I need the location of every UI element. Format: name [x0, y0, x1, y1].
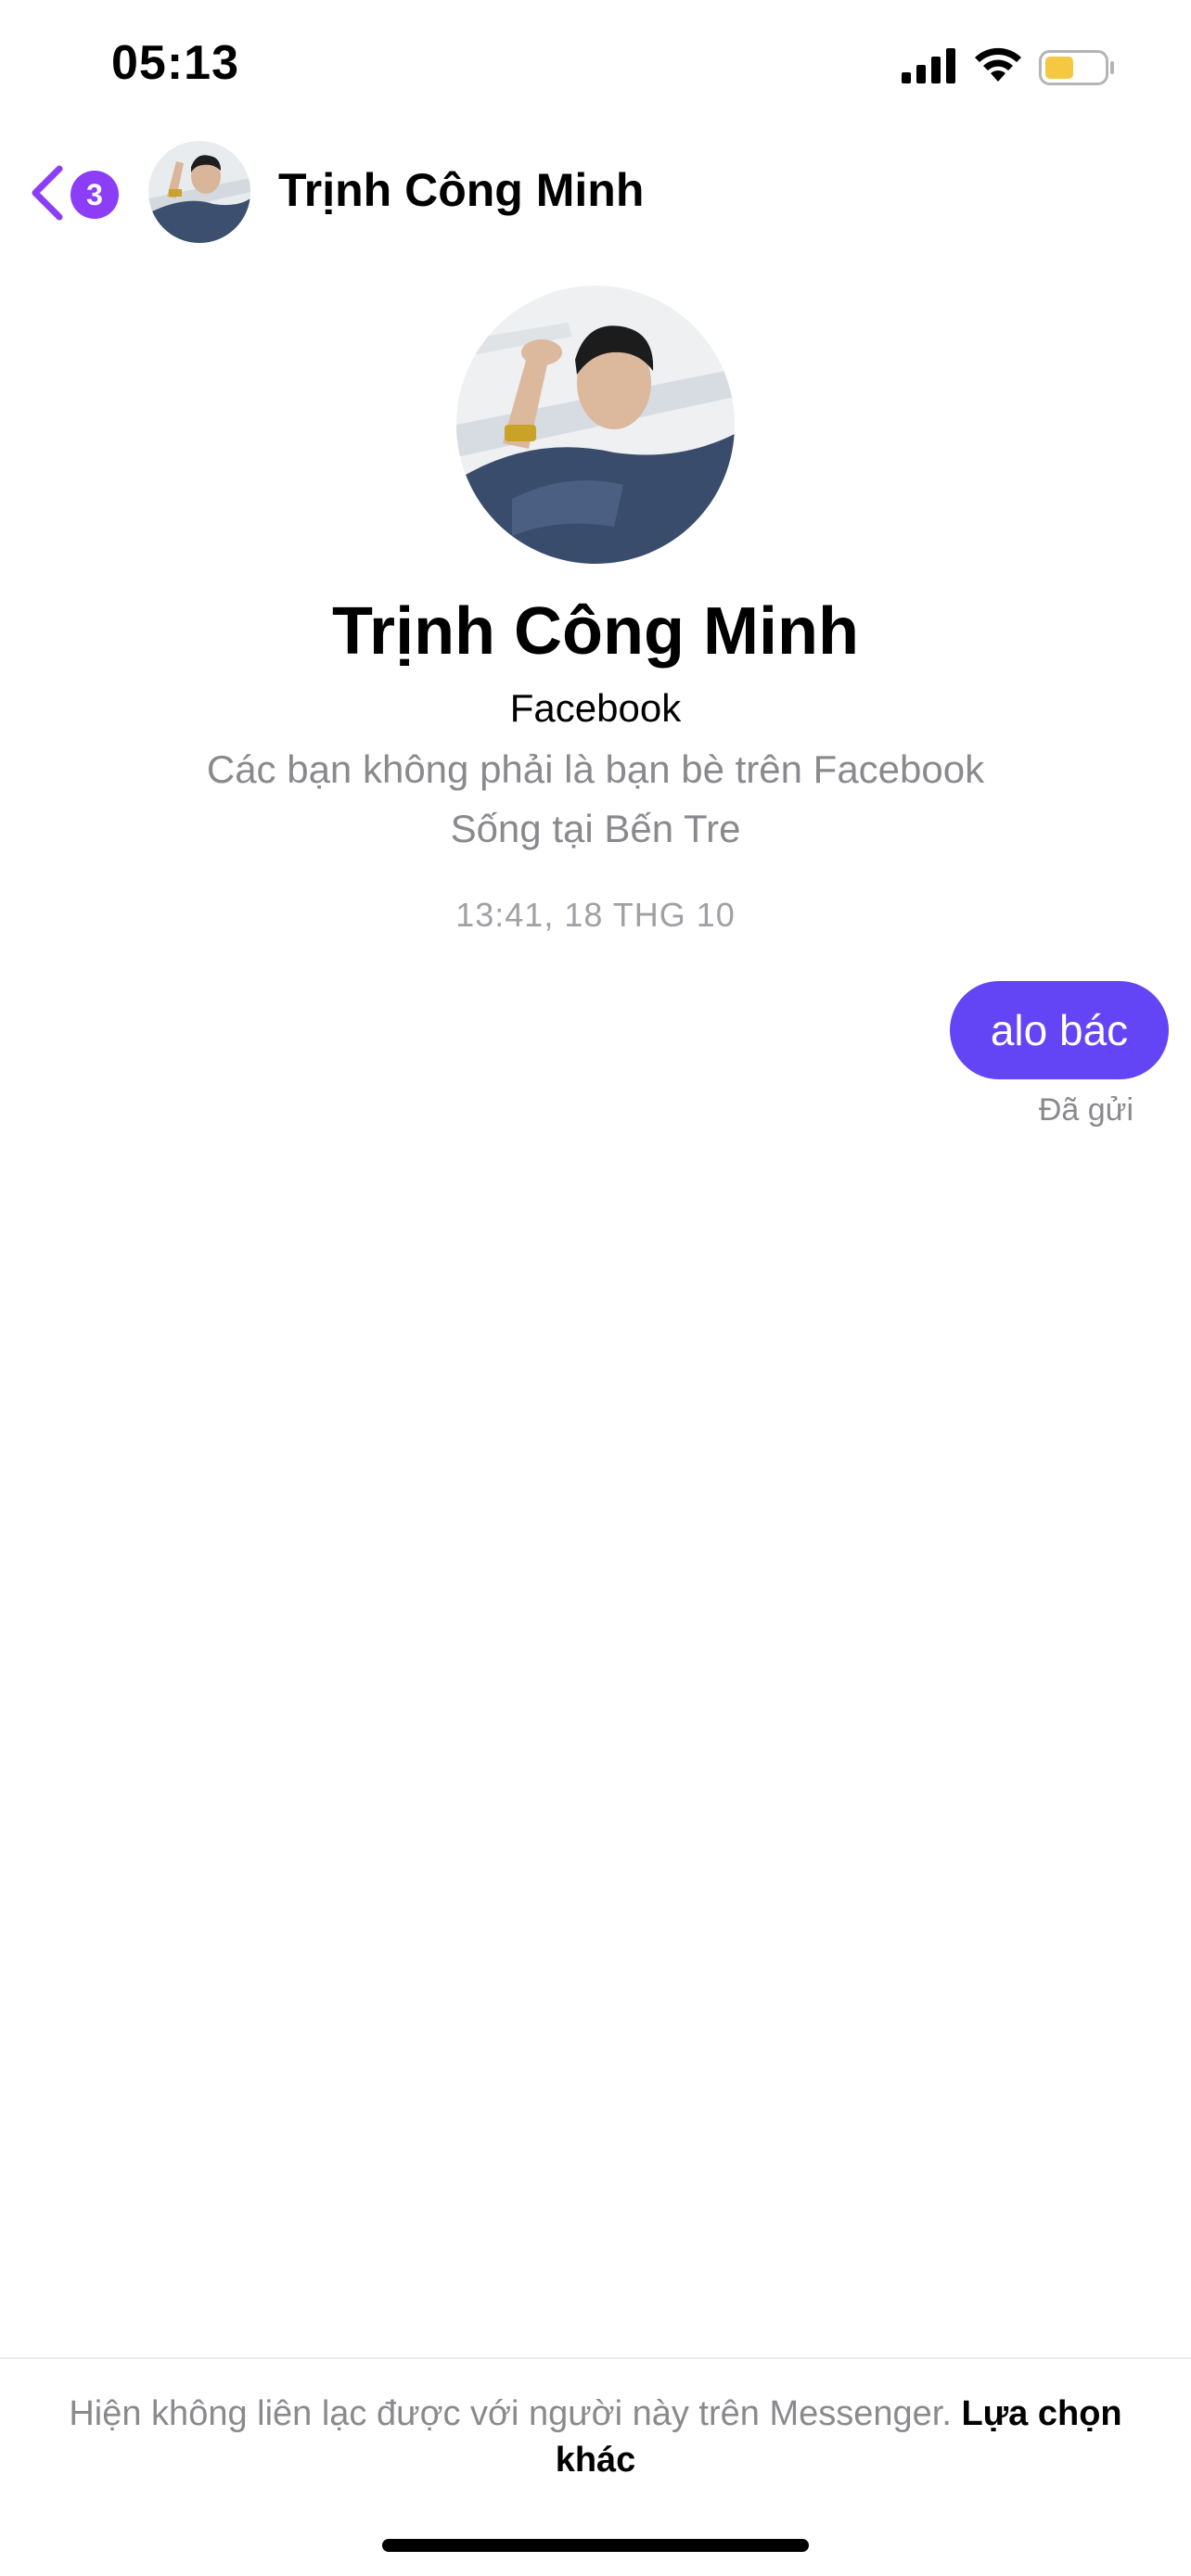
- footer-divider: [0, 2357, 1191, 2359]
- profile-platform: Facebook: [509, 686, 682, 730]
- chevron-left-icon: [32, 165, 63, 221]
- outgoing-message-bubble[interactable]: alo bác: [950, 981, 1169, 1079]
- cellular-signal-icon: [902, 48, 955, 83]
- back-button[interactable]: 3: [28, 158, 130, 228]
- header-avatar[interactable]: [148, 141, 250, 243]
- profile-avatar[interactable]: [456, 286, 735, 564]
- battery-icon: [1039, 50, 1114, 85]
- status-time: 05:13: [111, 36, 239, 90]
- profile-name: Trịnh Công Minh: [332, 594, 859, 669]
- home-indicator[interactable]: [382, 2539, 809, 2552]
- unreachable-notice: Hiện không liên lạc được với người này t…: [65, 2391, 1126, 2483]
- contact-name-header[interactable]: Trịnh Công Minh: [278, 163, 644, 217]
- unreachable-notice-text: Hiện không liên lạc được với người này t…: [69, 2394, 952, 2433]
- friend-status-note: Các bạn không phải là bạn bè trên Facebo…: [206, 747, 985, 791]
- wifi-icon: [975, 47, 1021, 82]
- message-timestamp: 13:41, 18 THG 10: [455, 896, 736, 934]
- chat-header: 3 Trịnh Công Minh: [0, 139, 1191, 250]
- unread-count-badge: 3: [70, 171, 119, 219]
- status-bar: 05:13: [0, 0, 1191, 139]
- message-sent-status: Đã gửi: [1038, 1092, 1133, 1128]
- profile-location: Sống tại Bến Tre: [450, 807, 741, 850]
